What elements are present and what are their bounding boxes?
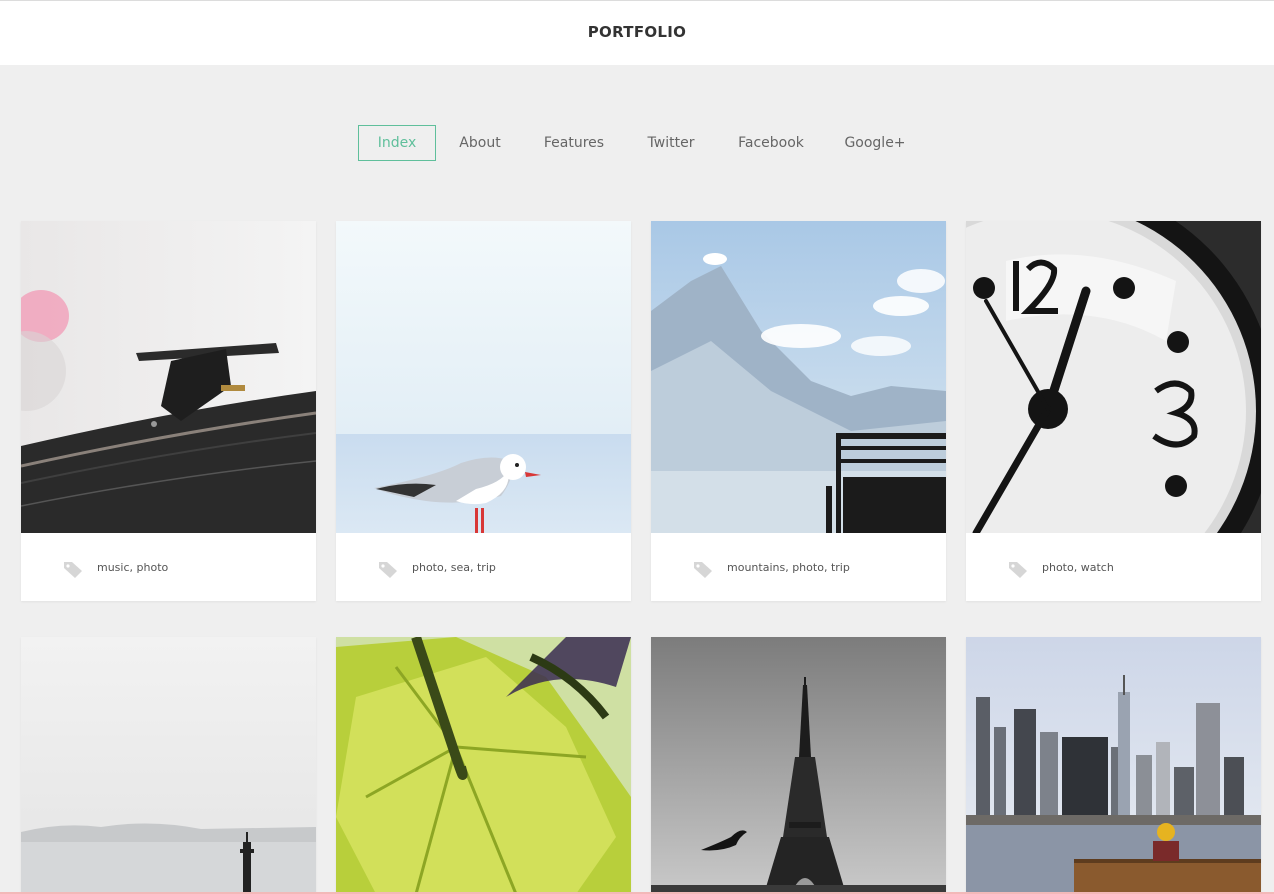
tag-list: photo, sea, trip xyxy=(412,561,496,574)
card-meta: music, photo xyxy=(21,533,316,601)
portfolio-card[interactable] xyxy=(651,637,946,894)
tag-link[interactable]: mountains xyxy=(727,561,785,574)
nav-item-googleplus[interactable]: Google+ xyxy=(836,125,914,161)
card-meta: photo, watch xyxy=(966,533,1261,601)
tag-separator: , xyxy=(443,561,451,574)
tag-link[interactable]: watch xyxy=(1081,561,1114,574)
tag-icon xyxy=(64,562,82,578)
tag-link[interactable]: photo xyxy=(1042,561,1074,574)
portfolio-card[interactable]: photo, watch xyxy=(966,221,1261,601)
portfolio-card[interactable] xyxy=(966,637,1261,894)
site-header: PORTFOLIO xyxy=(0,0,1274,65)
card-meta: mountains, photo, trip xyxy=(651,533,946,601)
tag-separator: , xyxy=(1073,561,1081,574)
eiffel-tower-photo[interactable] xyxy=(651,637,946,894)
green-leaf-photo[interactable] xyxy=(336,637,631,894)
tag-link[interactable]: photo xyxy=(137,561,169,574)
tag-separator: , xyxy=(129,561,137,574)
nav-item-index[interactable]: Index xyxy=(358,125,436,161)
portfolio-card[interactable]: mountains, photo, trip xyxy=(651,221,946,601)
main-nav: Index About Features Twitter Facebook Go… xyxy=(0,125,1274,161)
tag-separator: , xyxy=(823,561,831,574)
tag-icon xyxy=(379,562,397,578)
tag-link[interactable]: trip xyxy=(831,561,850,574)
portfolio-card[interactable]: music, photo xyxy=(21,221,316,601)
nav-item-about[interactable]: About xyxy=(448,125,512,161)
nav-item-facebook[interactable]: Facebook xyxy=(728,125,814,161)
city-skyline-photo[interactable] xyxy=(966,637,1261,894)
tag-list: music, photo xyxy=(97,561,168,574)
clock-photo[interactable] xyxy=(966,221,1261,533)
tag-link[interactable]: trip xyxy=(477,561,496,574)
tag-separator: , xyxy=(469,561,477,574)
tag-list: mountains, photo, trip xyxy=(727,561,850,574)
card-meta: photo, sea, trip xyxy=(336,533,631,601)
tag-link[interactable]: photo xyxy=(792,561,824,574)
seagull-photo[interactable] xyxy=(336,221,631,533)
tag-icon xyxy=(1009,562,1027,578)
site-title[interactable]: PORTFOLIO xyxy=(0,23,1274,41)
tag-link[interactable]: sea xyxy=(451,561,470,574)
turntable-photo[interactable] xyxy=(21,221,316,533)
sea-buoy-photo[interactable] xyxy=(21,637,316,894)
tag-list: photo, watch xyxy=(1042,561,1114,574)
tag-link[interactable]: photo xyxy=(412,561,444,574)
nav-item-features[interactable]: Features xyxy=(534,125,614,161)
tag-link[interactable]: music xyxy=(97,561,130,574)
mountains-photo[interactable] xyxy=(651,221,946,533)
portfolio-card[interactable]: photo, sea, trip xyxy=(336,221,631,601)
nav-item-twitter[interactable]: Twitter xyxy=(636,125,706,161)
portfolio-card[interactable] xyxy=(21,637,316,894)
tag-icon xyxy=(694,562,712,578)
portfolio-card[interactable] xyxy=(336,637,631,894)
